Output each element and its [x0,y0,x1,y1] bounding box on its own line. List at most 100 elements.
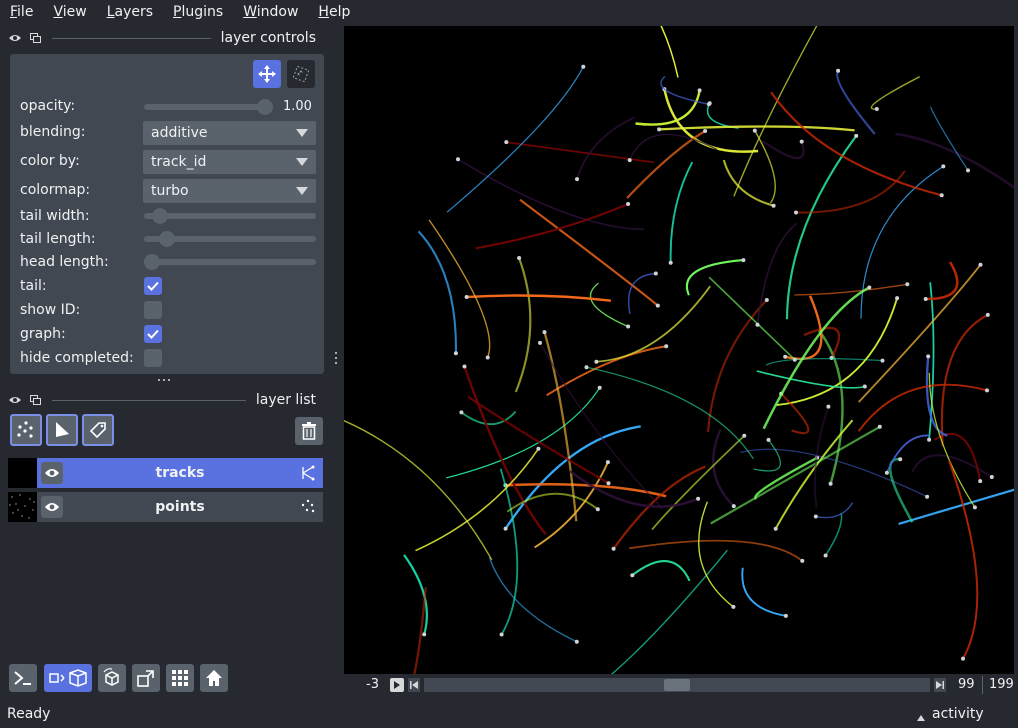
grid-view-button[interactable] [166,664,194,692]
pan-zoom-mode-button[interactable] [253,60,281,88]
reset-view-button[interactable] [200,664,228,692]
tail-width-slider-handle[interactable] [152,208,168,224]
track-path [857,383,988,432]
tail-width-slider[interactable] [144,213,316,219]
track-head-point [655,303,660,308]
dims-slider-handle[interactable] [664,679,690,691]
head-length-slider[interactable] [144,259,316,265]
track-path [761,140,805,160]
dropdown-arrow-icon [296,158,308,166]
transform-mode-button[interactable] [287,60,315,88]
dims-current-frame[interactable]: 99 [958,677,975,692]
track-head-point [766,437,771,442]
track-path [710,425,881,525]
track-path [940,313,989,447]
viewer-canvas[interactable] [335,0,1018,704]
layer-row-tracks[interactable]: tracks [8,458,323,488]
track-head-point [895,296,900,301]
track-path [488,557,578,643]
track-path [888,457,914,523]
track-head-point [826,404,831,409]
console-button[interactable] [9,664,37,692]
track-head-point [696,496,701,501]
dropdown-arrow-icon [296,129,308,137]
layer-row-body[interactable]: tracks [37,458,323,488]
new-points-layer-button[interactable] [10,414,42,446]
blending-dropdown[interactable]: additive [143,121,316,145]
float-panel-icon[interactable] [28,32,42,44]
layer-list-title: layer list [255,392,316,408]
layer-row-points[interactable]: points [8,492,323,522]
track-head-point [783,354,788,359]
track-head-point [574,639,579,644]
track-head-point [880,358,885,363]
float-panel-icon[interactable] [28,394,42,406]
menu-window[interactable]: Window [243,4,298,20]
new-labels-layer-button[interactable] [82,414,114,446]
track-path [794,283,908,296]
step-back-button[interactable] [408,678,420,692]
tail-length-slider-handle[interactable] [159,231,175,247]
dock-splitter-handle[interactable] [333,352,339,368]
opacity-slider-handle[interactable] [257,99,273,115]
track-path [928,372,976,508]
eye-visibility-icon[interactable] [8,32,22,44]
eye-visibility-icon[interactable] [8,394,22,406]
track-head-point [836,68,841,73]
menu-help[interactable]: Help [318,4,350,20]
graph-checkbox[interactable] [144,325,162,343]
terminal-icon [14,671,31,685]
head-length-label: head length: [20,254,109,270]
opacity-slider[interactable] [144,104,268,110]
layer-name[interactable]: tracks [37,465,323,481]
track-head-point [657,127,662,132]
step-forward-button[interactable] [934,678,946,692]
play-button[interactable] [390,678,404,692]
track-path [836,70,876,135]
transpose-dims-button[interactable] [132,664,160,692]
layer-name[interactable]: points [37,499,323,515]
menu-layers[interactable]: Layers [107,4,153,20]
activity-button[interactable]: activity [932,706,984,722]
colormap-dropdown[interactable]: turbo [143,179,316,203]
layer-row-body[interactable]: points [37,492,323,522]
track-head-point [978,262,983,267]
track-path [824,512,843,556]
roll-dims-button[interactable] [98,664,126,692]
head-length-slider-handle[interactable] [144,254,160,270]
panel-splitter-handle[interactable] [158,376,174,384]
track-path [722,159,774,207]
show-id-checkbox[interactable] [144,301,162,319]
delete-layer-button[interactable] [295,417,323,445]
menu-plugins[interactable]: Plugins [173,4,223,20]
color-by-dropdown[interactable]: track_id [143,150,316,174]
track-path [698,501,734,608]
track-path [659,125,855,132]
track-head-point [884,470,889,475]
menubar: File View Layers Plugins Window Help [0,0,1018,24]
menu-view[interactable]: View [53,4,86,20]
new-shapes-layer-button[interactable] [46,414,78,446]
track-path [784,295,823,361]
hide-completed-checkbox[interactable] [144,349,162,367]
track-path [651,435,745,531]
track-head-point [813,514,818,519]
track-path [733,23,819,197]
track-path [463,366,547,536]
track-path [629,539,803,562]
ndisplay-toggle-button[interactable] [44,664,92,692]
track-path [592,549,728,690]
track-head-point [800,558,805,563]
points-icon [17,421,33,438]
label-tag-icon [89,422,106,439]
move-arrows-icon [258,65,276,83]
dims-divider [982,676,983,694]
track-path [770,91,942,197]
track-head-point [941,164,946,169]
tail-checkbox[interactable] [144,277,162,295]
caret-up-icon[interactable] [917,709,925,725]
track-head-point [503,526,508,531]
track-head-point [927,437,932,442]
track-head-point [584,365,589,370]
menu-file[interactable]: File [10,4,33,20]
